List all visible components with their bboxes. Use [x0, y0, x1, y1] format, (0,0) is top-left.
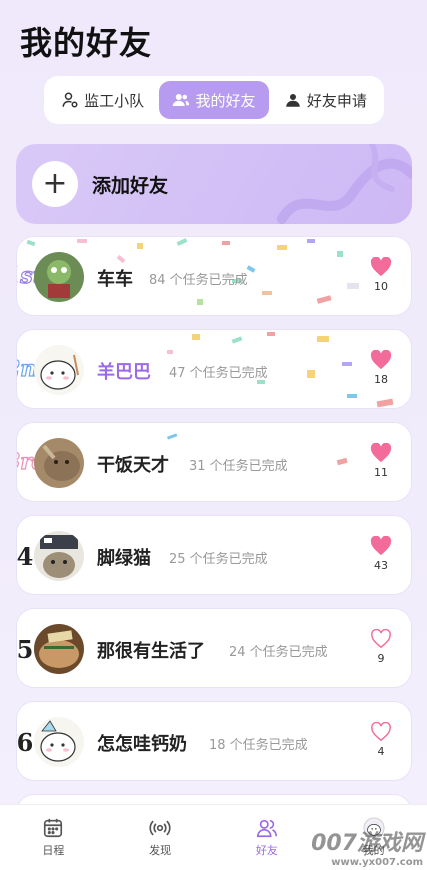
like-button[interactable]: 11 [365, 443, 397, 479]
heart-outline-icon [371, 722, 391, 742]
friend-name: 羊巴巴 [97, 362, 151, 383]
tasks-completed: 47 个任务已完成 [169, 366, 268, 381]
like-button[interactable]: 4 [365, 722, 397, 758]
calendar-icon [44, 818, 63, 838]
like-count: 9 [377, 652, 385, 665]
avatar[interactable] [34, 624, 84, 674]
nav-label: 日程 [42, 844, 65, 857]
nav-schedule[interactable]: 日程 [0, 805, 107, 870]
friends-icon [256, 819, 277, 838]
friend-name: 干饭天才 [97, 455, 169, 476]
like-count: 11 [374, 466, 388, 479]
heart-filled-icon [370, 257, 392, 277]
nav-label: 发现 [149, 844, 172, 857]
heart-filled-icon [370, 350, 392, 370]
nav-discover[interactable]: 发现 [107, 805, 214, 870]
friend-name: 车车 [97, 269, 133, 290]
tab-label: 我的好友 [195, 91, 256, 110]
tab-supervisor-team[interactable]: 监工小队 [48, 81, 157, 119]
users-icon [173, 94, 190, 106]
tab-my-friends[interactable]: 我的好友 [159, 81, 269, 119]
friend-row-4[interactable]: 4 脚绿猫 25 个任务已完成 43 [16, 515, 412, 595]
heart-outline-icon [371, 629, 391, 649]
avatar[interactable] [34, 531, 84, 581]
like-button[interactable]: 9 [365, 629, 397, 665]
tab-label: 监工小队 [84, 91, 145, 110]
watermark-logo: 007游戏网 www.yx007.com [311, 825, 423, 868]
page-title: 我的好友 [20, 24, 153, 62]
tab-friend-requests[interactable]: 好友申请 [271, 81, 380, 119]
plus-icon[interactable]: + [32, 161, 78, 207]
friend-row-2[interactable]: 2nd 羊巴巴 47 个任务已完成 18 [16, 329, 412, 409]
avatar[interactable] [34, 438, 84, 488]
friend-name: 怎怎哇钙奶 [97, 734, 187, 755]
friend-row-3[interactable]: 3rd 干饭天才 31 个任务已完成 11 [16, 422, 412, 502]
add-friend-card[interactable]: + 添加好友 [16, 144, 412, 224]
avatar[interactable] [34, 717, 84, 767]
like-button[interactable]: 18 [365, 350, 397, 386]
user-eye-icon [62, 92, 78, 108]
avatar[interactable] [34, 345, 84, 395]
heart-filled-icon [370, 536, 392, 556]
like-count: 10 [374, 280, 388, 293]
heart-filled-icon [370, 443, 392, 463]
decorative-squiggle [277, 144, 412, 224]
tasks-completed: 24 个任务已完成 [229, 645, 328, 660]
segmented-tabs: 监工小队 我的好友 好友申请 [44, 76, 384, 124]
like-count: 4 [377, 745, 385, 758]
tasks-completed: 18 个任务已完成 [209, 738, 308, 753]
like-button[interactable]: 10 [365, 257, 397, 293]
tasks-completed: 31 个任务已完成 [189, 459, 288, 474]
friend-row-1[interactable]: 1st 车车 84 个任务已完成 10 [16, 236, 412, 316]
friend-name: 脚绿猫 [97, 548, 151, 569]
nav-friends[interactable]: 好友 [214, 805, 321, 870]
avatar[interactable] [34, 252, 84, 302]
tab-label: 好友申请 [306, 91, 367, 110]
tasks-completed: 25 个任务已完成 [169, 552, 268, 567]
like-button[interactable]: 43 [365, 536, 397, 572]
watermark-text: 007游戏网 [311, 831, 423, 856]
user-add-icon [286, 94, 300, 107]
friend-name: 那很有生活了 [97, 641, 205, 662]
like-count: 18 [374, 373, 388, 386]
friend-row-5[interactable]: 5 那很有生活了 24 个任务已完成 9 [16, 608, 412, 688]
like-count: 43 [374, 559, 388, 572]
broadcast-icon [149, 820, 171, 836]
add-friend-label: 添加好友 [92, 174, 169, 197]
nav-label: 好友 [255, 844, 278, 857]
watermark-url: www.yx007.com [331, 857, 423, 868]
tasks-completed: 84 个任务已完成 [149, 273, 248, 288]
friend-row-6[interactable]: 6 怎怎哇钙奶 18 个任务已完成 4 [16, 701, 412, 781]
